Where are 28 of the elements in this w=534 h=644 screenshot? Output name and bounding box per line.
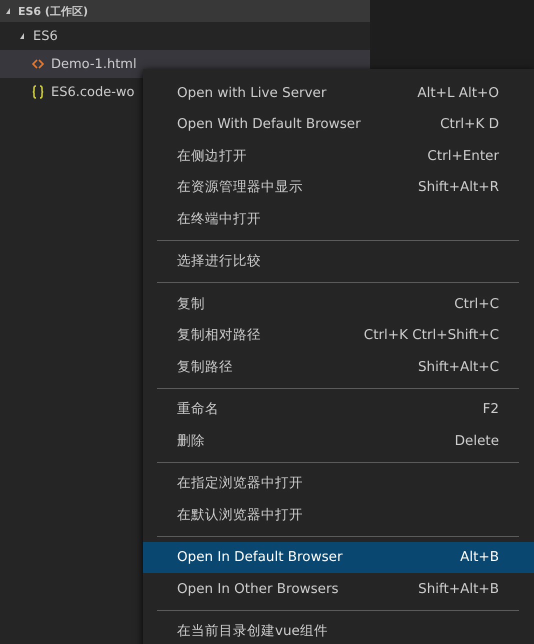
shortcut-label: Ctrl+Enter	[427, 148, 499, 164]
shortcut-label: Shift+Alt+C	[418, 358, 499, 375]
menu-item-label: 在指定浏览器中打开	[177, 474, 303, 492]
menu-item-label: 选择进行比较	[177, 252, 261, 270]
menu-item-label: 删除	[177, 432, 205, 450]
shortcut-label: Alt+L Alt+O	[417, 84, 499, 101]
menu-item-label: Open With Default Browser	[177, 116, 361, 132]
menu-item-label: 在终端中打开	[177, 210, 261, 228]
shortcut-label: Delete	[454, 432, 499, 449]
shortcut-label: F2	[482, 401, 499, 418]
workspace-title: ES6 (工作区)	[18, 4, 88, 18]
shortcut-label: Shift+Alt+B	[418, 580, 499, 597]
menu-item-label: 在默认浏览器中打开	[177, 506, 303, 524]
shortcut-label: Alt+B	[460, 549, 499, 566]
menu-item-label: Open with Live Server	[177, 84, 326, 101]
menu-item-label: 在侧边打开	[177, 146, 247, 165]
menu-item-label: 在当前目录创建vue组件	[177, 622, 328, 640]
menu-item-label: 复制	[177, 294, 205, 313]
menu-item-label: 复制相对路径	[177, 326, 261, 344]
shortcut-label: Ctrl+K Ctrl+Shift+C	[364, 327, 499, 344]
menu-item-label: Open In Default Browser	[177, 549, 343, 566]
menu-item-label: Open In Other Browsers	[177, 580, 339, 597]
shortcut-label: Ctrl+C	[454, 296, 499, 312]
menu-item-label: 复制路径	[177, 358, 233, 376]
shortcut-label: Ctrl+K D	[440, 116, 499, 132]
shortcut-label: Shift+Alt+R	[418, 179, 499, 196]
menu-item-label: 在资源管理器中显示	[177, 178, 303, 196]
menu-item-label: 重命名	[177, 400, 219, 418]
